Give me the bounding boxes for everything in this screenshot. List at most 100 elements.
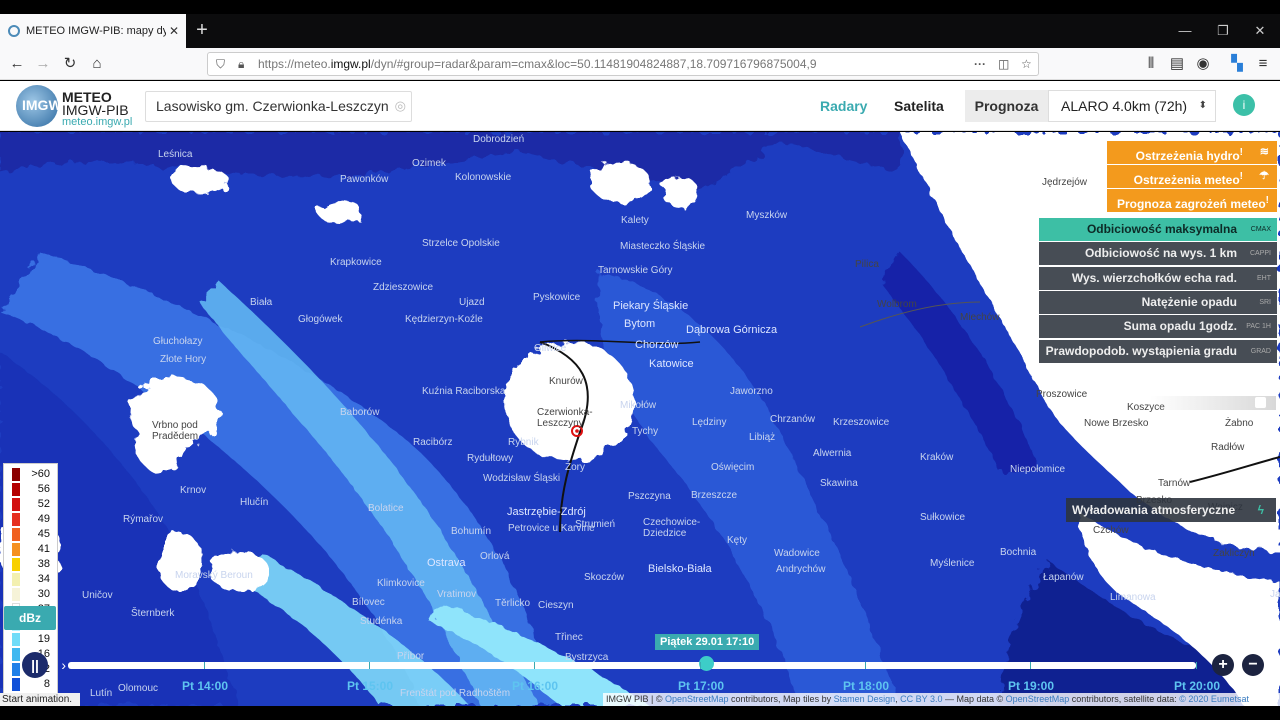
- account-icon[interactable]: ◉: [1192, 54, 1214, 74]
- param-eht[interactable]: Wys. wierzchołków echa rad. EHT: [1039, 266, 1277, 290]
- map-town-label: Vratimov: [437, 589, 477, 600]
- nav-radary[interactable]: Radary: [820, 98, 867, 114]
- back-icon[interactable]: ←: [6, 54, 28, 74]
- map-town-label: Bílovec: [352, 597, 385, 608]
- home-icon[interactable]: ⌂: [86, 54, 108, 74]
- shield-icon[interactable]: ⛉: [216, 57, 225, 72]
- timeline-tick-mark: [1030, 662, 1031, 669]
- map-town-label: Bohumín: [451, 526, 492, 537]
- param-cappi[interactable]: Odbiciowość na wys. 1 km CAPPI: [1039, 242, 1277, 266]
- param-pac-1h[interactable]: Suma opadu 1godz. PAC 1H: [1039, 315, 1277, 339]
- map-town-label: Myślenice: [930, 558, 975, 569]
- pocket-icon[interactable]: ◫: [998, 57, 1009, 71]
- timeline-handle[interactable]: [699, 656, 714, 671]
- map-town-label: Pyskowice: [533, 292, 581, 303]
- menu-icon[interactable]: ≡: [1252, 54, 1274, 74]
- timeline-tick-label[interactable]: Pt 15:00: [347, 679, 393, 693]
- zoom-out-button[interactable]: −: [1242, 654, 1264, 676]
- legend-row: 38: [8, 557, 56, 572]
- legend-unit-button[interactable]: dBz: [4, 606, 56, 630]
- timeline-track[interactable]: [68, 662, 1196, 669]
- zoom-in-button[interactable]: +: [1212, 654, 1234, 676]
- map-town-label: Skoczów: [584, 572, 625, 583]
- timeline-tick-label[interactable]: Pt 19:00: [1008, 679, 1054, 693]
- timeline-tick-mark: [700, 662, 701, 669]
- library-icon[interactable]: ⫴: [1140, 54, 1162, 74]
- locate-me-icon[interactable]: ◎: [395, 98, 406, 114]
- restore-window-icon[interactable]: ❐: [1213, 23, 1233, 39]
- browser-tab-bar: METEO IMGW-PIB: mapy dynami ✕ + — ❐ ✕: [0, 14, 1280, 48]
- timeline-tick-label[interactable]: Pt 14:00: [182, 679, 228, 693]
- timeline-tick-mark: [534, 662, 535, 669]
- meteo-warnings-button[interactable]: Ostrzeżenia meteo! ☂: [1107, 165, 1277, 188]
- info-button[interactable]: i: [1233, 94, 1255, 116]
- param-grad[interactable]: Prawdopodob. wystąpienia gradu GRAD: [1039, 339, 1277, 363]
- map-town-label: Czchów: [1093, 525, 1129, 536]
- legend-value: 30: [37, 588, 50, 600]
- site-favicon-icon: [8, 25, 20, 37]
- map-town-label: Głogówek: [298, 314, 343, 325]
- timeline-tick-mark: [1196, 662, 1197, 669]
- timeline-tick-label[interactable]: Pt 17:00: [678, 679, 724, 693]
- close-tab-icon[interactable]: ✕: [166, 24, 182, 38]
- legend-value: 19: [37, 633, 50, 645]
- map-town-label: Wolbrom: [877, 299, 917, 310]
- timeline-tick-label[interactable]: Pt 18:00: [843, 679, 889, 693]
- tab-title: METEO IMGW-PIB: mapy dynami: [26, 25, 166, 37]
- map-town-label: Šternberk: [131, 608, 175, 619]
- map-town-label: Orlová: [480, 551, 510, 562]
- legend-value: 49: [37, 513, 50, 525]
- nav-satelita[interactable]: Satelita: [894, 98, 944, 114]
- sidebar-icon[interactable]: ▤: [1166, 54, 1188, 74]
- map-town-label: Myszków: [746, 210, 788, 221]
- map-town-label: Biała: [250, 297, 273, 308]
- map-town-label: Kalety: [621, 215, 649, 226]
- radar-map[interactable]: Dobrodzień Ozimek Kolonowskie Pawonków Kalet…: [0, 132, 1280, 706]
- step-back-button[interactable]: ‹: [4, 657, 9, 673]
- map-town-label: Miasteczko Śląskie: [620, 241, 706, 252]
- map-town-label: Jabłonka: [1270, 589, 1280, 600]
- close-window-icon[interactable]: ✕: [1250, 23, 1270, 39]
- brand-url[interactable]: meteo.imgw.pl: [62, 116, 132, 128]
- map-town-label: Vrbno pod Pradědem: [152, 420, 199, 442]
- map-town-label: Ozimek: [412, 158, 446, 169]
- browser-tab[interactable]: METEO IMGW-PIB: mapy dynami ✕: [0, 14, 186, 48]
- map-town-label: Krzeszowice: [833, 417, 890, 428]
- page-actions-icon[interactable]: ···: [974, 57, 986, 71]
- map-town-label: Leśnica: [158, 149, 193, 160]
- pause-button[interactable]: ||: [22, 652, 48, 678]
- timeline-tick-label[interactable]: Pt 20:00: [1174, 679, 1220, 693]
- model-select[interactable]: ALARO 4.0km (72h) ⬍: [1048, 90, 1216, 122]
- step-forward-button[interactable]: ›: [61, 657, 66, 673]
- imgw-logo[interactable]: IMGW: [16, 85, 62, 127]
- bookmark-star-icon[interactable]: ☆: [1021, 57, 1032, 71]
- reload-icon[interactable]: ↻: [59, 54, 81, 74]
- lightning-slider-handle[interactable]: [1255, 397, 1266, 408]
- meteo-threat-forecast-button[interactable]: Prognoza zagrożeń meteo!: [1107, 189, 1277, 212]
- param-sri[interactable]: Natężenie opadu SRI: [1039, 290, 1277, 314]
- legend-swatch: [12, 573, 20, 586]
- map-town-label: Tychy: [632, 426, 659, 437]
- hydro-warnings-button[interactable]: Ostrzeżenia hydro! ≋: [1107, 141, 1277, 164]
- minimize-window-icon[interactable]: —: [1175, 23, 1195, 38]
- location-search-input[interactable]: Lasowisko gm. Czerwionka-Leszczyn ◎: [145, 91, 412, 122]
- legend-swatch: [12, 468, 20, 481]
- lock-icon[interactable]: 🔒︎: [238, 57, 244, 72]
- map-town-label: Piekary Śląskie: [613, 300, 689, 312]
- timeline-tick-label[interactable]: Pt 16:00: [512, 679, 558, 693]
- map-town-label: Bielsko-Biała: [648, 563, 712, 575]
- forward-icon[interactable]: →: [32, 54, 54, 74]
- lightning-toggle-button[interactable]: Wyładowania atmosferyczne ϟ: [1066, 498, 1276, 522]
- legend-swatch: [12, 528, 20, 541]
- new-tab-button[interactable]: +: [192, 20, 212, 40]
- param-cmax[interactable]: Odbiciowość maksymalna CMAX: [1039, 218, 1277, 241]
- legend-swatch: [12, 633, 20, 646]
- url-bar[interactable]: ⛉ 🔒︎ https://meteo.imgw.pl/dyn/#group=ra…: [207, 52, 1039, 76]
- legend-row: 45: [8, 527, 56, 542]
- map-town-label: Klimkovice: [377, 578, 425, 589]
- map-town-label: Pszczyna: [628, 491, 671, 502]
- nav-prognoza[interactable]: Prognoza: [965, 90, 1048, 122]
- map-town-label: Uničov: [82, 590, 113, 601]
- extensions-icon[interactable]: ▚: [1226, 54, 1248, 74]
- map-town-label: Moravský Beroun: [175, 570, 253, 581]
